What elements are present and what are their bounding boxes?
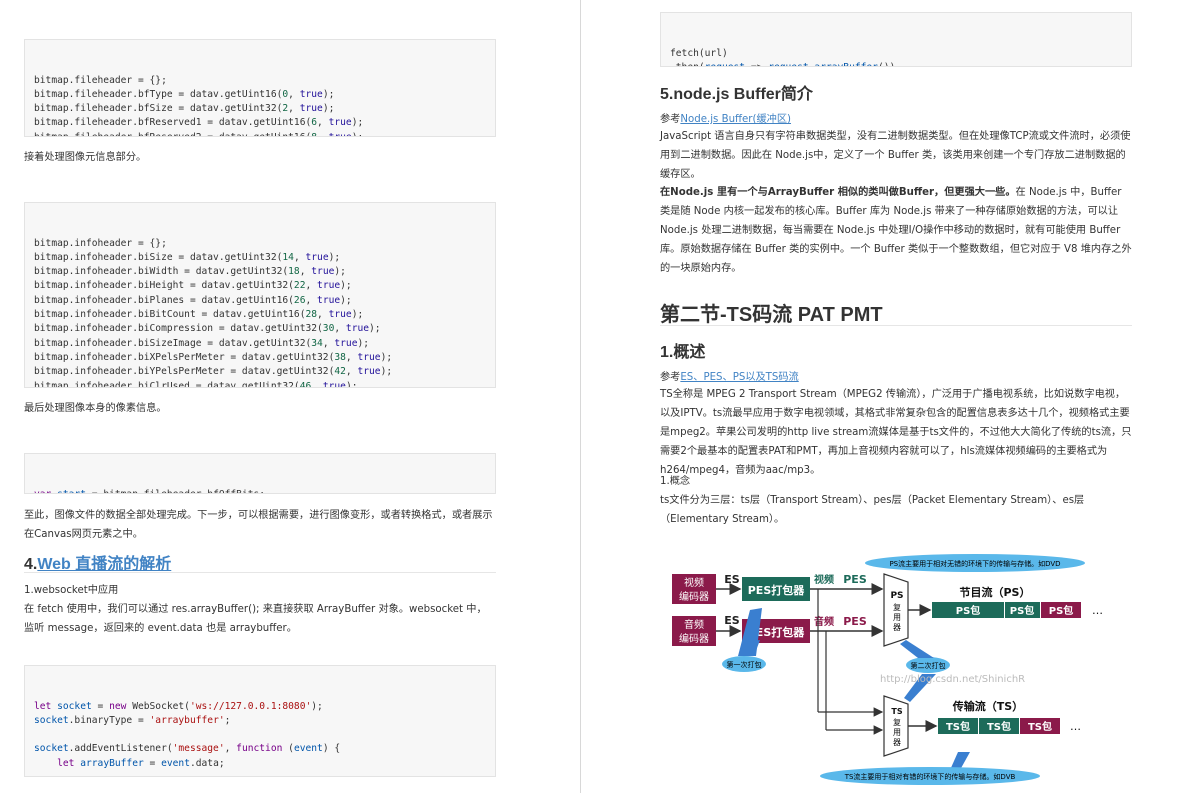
- heading-rule: [24, 572, 496, 573]
- code-line: bitmap.infoheader.biHeight = datav.getUi…: [34, 280, 352, 292]
- ref-prefix: 参考: [660, 372, 681, 383]
- code-line: .then(request => request.arrayBuffer()): [670, 61, 1122, 66]
- ts-mux-label-2: 用: [893, 728, 901, 737]
- code-block-pixels: var start = bitmap.fileheader.bfOffBits;…: [24, 453, 496, 494]
- audio-encoder-line2: 编码器: [679, 632, 709, 645]
- code-line: bitmap.infoheader = {};: [34, 237, 167, 249]
- link-es-pes-ts[interactable]: ES、PES、PS以及TS码流: [680, 372, 798, 383]
- websocket-subtitle: 1.websocket中应用: [24, 585, 119, 596]
- pes-packer-video-label: PES打包器: [748, 583, 805, 597]
- es-label-video: ES: [724, 573, 740, 586]
- code-line: bitmap.infoheader.biClrUsed = datav.getU…: [34, 380, 358, 388]
- video-encoder-line2: 编码器: [679, 590, 709, 603]
- ts-mux-label-3: 器: [893, 738, 901, 747]
- rest-text: 在 Node.js 中，Buffer 类是随 Node 内核一起发布的核心库。B…: [660, 187, 1132, 274]
- section-title-ts: 第二节-TS码流 PAT PMT: [660, 304, 883, 326]
- code-line: bitmap.fileheader.bfReserved1 = datav.ge…: [34, 117, 364, 129]
- code-line: bitmap.infoheader.biCompression = datav.…: [34, 323, 381, 335]
- ps-packet-1-label: PS包: [956, 604, 981, 617]
- code-lines: let socket = new WebSocket('ws://127.0.0…: [34, 700, 486, 776]
- concept-title: 1.概念: [660, 476, 691, 487]
- video-encoder-line1: 视频: [684, 576, 704, 589]
- watermark: http://blog.csdn.net/ShinichR: [880, 674, 1025, 685]
- ts-mux-label-0: TS: [891, 707, 902, 716]
- code-line: socket.binaryType = 'arraybuffer';: [34, 714, 231, 726]
- code-lines: fetch(url) .then(request => request.array…: [670, 47, 1122, 66]
- code-lines: bitmap.fileheader = {}; bitmap.fileheader…: [34, 74, 486, 136]
- ts-mux-label-1: 复: [893, 717, 901, 727]
- bold-statement: 在Node.js 里有一个与ArrayBuffer 相似的类叫做Buffer，但…: [660, 187, 1016, 198]
- code-line: bitmap.infoheader.biSize = datav.getUint…: [34, 251, 341, 263]
- code-block-websocket: let socket = new WebSocket('ws://127.0.0…: [24, 665, 496, 777]
- video-label: 视频: [814, 573, 834, 586]
- code-line: socket.addEventListener('message', funct…: [34, 743, 341, 755]
- code-lines: var start = bitmap.fileheader.bfOffBits;…: [34, 488, 486, 493]
- paragraph-concept: 1.概念 ts文件分为三层：ts层（Transport Stream）、pes层…: [660, 472, 1132, 529]
- code-line: var start = bitmap.fileheader.bfOffBits;: [34, 488, 486, 493]
- code-line: ···: [34, 771, 486, 776]
- ps-mux-label-0: PS: [890, 591, 903, 601]
- code-line: bitmap.infoheader.biWidth = datav.getUin…: [34, 266, 346, 278]
- ts-ellipsis: …: [1070, 720, 1081, 733]
- audio-encoder-line1: 音频: [684, 618, 704, 631]
- code-block-fetch: fetch(url) .then(request => request.array…: [660, 12, 1132, 67]
- ps-mux-label-3: 器: [893, 623, 901, 632]
- second-pack-pointer-1: [900, 640, 934, 658]
- paragraph-ts-overview: TS全称是 MPEG 2 Transport Stream（MPEG2 传输流）…: [660, 389, 1132, 476]
- heading-link-web-stream[interactable]: Web 直播流的解析: [37, 556, 171, 573]
- code-line: bitmap.infoheader.biXPelsPerMeter = data…: [34, 351, 393, 363]
- code-line: bitmap.infoheader.biPlanes = datav.getUi…: [34, 294, 352, 306]
- code-lines: bitmap.infoheader = {}; bitmap.infoheader…: [34, 237, 486, 388]
- paragraph-conclusion: 至此，图像文件的数据全部处理完成。下一步，可以根据需要，进行图像变形，或者转换格…: [24, 510, 493, 540]
- paragraph-node-buffer-1: JavaScript 语言自身只有字符串数据类型，没有二进制数据类型。但在处理像…: [660, 131, 1131, 180]
- heading-overview: 1.概述: [660, 344, 706, 361]
- ps-mux-label-2: 用: [893, 613, 901, 622]
- code-line: bitmap.infoheader.biSizeImage = datav.ge…: [34, 337, 370, 349]
- ps-ellipsis: …: [1092, 604, 1103, 617]
- concept-text: ts文件分为三层：ts层（Transport Stream）、pes层（Pack…: [660, 495, 1085, 525]
- code-line: bitmap.fileheader.bfReserved2 = datav.ge…: [34, 131, 486, 136]
- code-line: let arrayBuffer = event.data;: [57, 757, 225, 769]
- ref-prefix: 参考: [660, 114, 681, 125]
- code-line: bitmap.fileheader.bfType = datav.getUint…: [34, 88, 335, 100]
- code-line: bitmap.infoheader.biYPelsPerMeter = data…: [34, 366, 393, 378]
- ts-packet-2-label: TS包: [987, 720, 1011, 733]
- heading-node-buffer: 5.node.js Buffer简介: [660, 86, 813, 103]
- code-block-fileheader: bitmap.fileheader = {}; bitmap.fileheader…: [24, 39, 496, 137]
- heading-number: 4.: [24, 556, 38, 573]
- code-block-infoheader: bitmap.infoheader = {}; bitmap.infoheader…: [24, 202, 496, 388]
- paragraph-infoheader-intro: 接着处理图像元信息部分。: [24, 152, 147, 163]
- code-line: bitmap.fileheader.bfSize = datav.getUint…: [34, 103, 335, 115]
- pes-label-video: PES: [843, 573, 867, 586]
- transport-stream-label: 传输流（TS）: [952, 699, 1023, 713]
- note-ts-text: TS流主要用于相对有错的环境下的传输与存储。如DVB: [844, 772, 1016, 781]
- code-line: fetch(url): [670, 47, 728, 59]
- paragraph-websocket: 1.websocket中应用 在 fetch 使用中，我们可以通过 res.ar…: [24, 581, 496, 638]
- paragraph-pixels-intro: 最后处理图像本身的像素信息。: [24, 403, 167, 414]
- ps-packet-3-label: PS包: [1049, 604, 1074, 617]
- ts-packet-1-label: TS包: [946, 720, 970, 733]
- code-line: let socket = new WebSocket('ws://127.0.0…: [34, 700, 323, 712]
- ps-ts-stream-diagram: PS流主要用于相对无错的环境下的传输与存储。如DVD 视频 编码器 音频 编码器…: [672, 554, 1103, 785]
- code-line: bitmap.fileheader = {};: [34, 74, 167, 86]
- first-pack-text: 第一次打包: [727, 660, 762, 669]
- audio-label: 音频: [814, 615, 834, 628]
- websocket-desc: 在 fetch 使用中，我们可以通过 res.arrayBuffer(); 来直…: [24, 604, 487, 634]
- link-node-buffer[interactable]: Node.js Buffer(缓冲区): [680, 114, 791, 125]
- second-pack-text: 第二次打包: [911, 661, 946, 670]
- ps-packet-2-label: PS包: [1010, 604, 1035, 617]
- program-stream-label: 节目流（PS）: [960, 585, 1031, 599]
- paragraph-node-buffer-2: 在Node.js 里有一个与ArrayBuffer 相似的类叫做Buffer，但…: [660, 183, 1132, 278]
- code-line: bitmap.infoheader.biBitCount = datav.get…: [34, 309, 364, 321]
- heading-web-stream: 4.Web 直播流的解析: [24, 550, 171, 574]
- pes-label-audio: PES: [843, 615, 867, 628]
- page-divider: [580, 0, 581, 793]
- section-rule: [660, 325, 1132, 326]
- ts-packet-3-label: TS包: [1028, 720, 1052, 733]
- ps-mux-label-1: 复: [893, 602, 901, 612]
- es-label-audio: ES: [724, 614, 740, 627]
- note-ps-text: PS流主要用于相对无错的环境下的传输与存储。如DVD: [889, 559, 1060, 568]
